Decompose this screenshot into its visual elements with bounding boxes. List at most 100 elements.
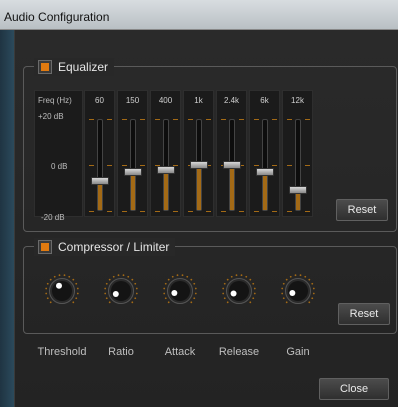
knob-scale-dot [311,282,314,285]
eq-tick [107,119,112,120]
knob-scale-dot [312,292,315,295]
knob-scale-dot [127,275,130,278]
knob-scale-dot [105,282,108,285]
knob-scale-dot [193,297,196,300]
equalizer-label: Equalizer [58,60,109,74]
knob-dial[interactable] [222,274,256,308]
compressor-enable-checkbox[interactable] [38,240,52,254]
eq-band-2.4k: 2.4k [216,90,247,217]
knob-scale-dot [46,297,49,300]
eq-slider-track[interactable] [261,119,268,211]
knob-label: Threshold [37,346,87,358]
eq-slider-thumb[interactable] [288,186,307,195]
eq-slider-thumb[interactable] [255,167,274,176]
eq-slider-thumb[interactable] [222,161,241,169]
knob-scale-dot [108,278,111,281]
knob-threshold: Threshold [35,274,89,360]
eq-band-label: 12k [291,96,304,105]
knob-scale-dot [112,275,115,278]
eq-tick [254,211,259,212]
eq-tick [89,165,94,166]
knob-scale-dot [249,301,252,304]
knob-scale-dot [164,297,167,300]
eq-tick [272,119,277,120]
knob-scale-dot [311,297,314,300]
knob-scale-dot [104,292,107,295]
knob-dial[interactable] [163,274,197,308]
eq-freq-header: Freq (Hz) [38,96,72,105]
knob-release: Release [212,274,266,360]
knob-indicator [289,290,296,297]
knob-scale-dot [45,292,48,295]
eq-tick [254,165,259,166]
knob-face [52,281,72,301]
eq-band-60: 60 [84,90,115,217]
eq-slider-fill [262,170,267,210]
dialog-panel: Equalizer Freq (Hz) +20 dB 0 dB -20 dB 6… [14,30,398,407]
knob-scale-dot [281,292,284,295]
eq-tick [188,211,193,212]
knob-scale-dot [176,274,179,277]
knob-scale-dot [282,297,285,300]
knob-label: Release [218,346,260,358]
equalizer-reset-button[interactable]: Reset [336,199,388,221]
compressor-label: Compressor / Limiter [58,240,170,254]
knob-scale-dot [308,278,311,281]
knob-scale-dot [75,297,78,300]
knob-scale-dot [131,301,134,304]
background-strip [0,0,14,407]
eq-slider-fill [130,170,135,210]
knob-scale-dot [58,274,61,277]
eq-tick [221,211,226,212]
knob-scale-dot [134,282,137,285]
eq-slider-thumb[interactable] [189,161,208,169]
eq-slider-thumb[interactable] [90,177,109,186]
knob-dial[interactable] [104,274,138,308]
knob-label: Ratio [108,346,134,358]
eq-band-label: 6k [260,96,269,105]
eq-band-150: 150 [117,90,148,217]
eq-tick [305,119,310,120]
close-button[interactable]: Close [319,378,389,400]
eq-slider-track[interactable] [96,119,103,211]
title-bar[interactable]: Audio Configuration [0,0,398,30]
eq-tick [305,165,310,166]
knob-scale-dot [181,274,184,277]
knob-scale-dot [190,301,193,304]
eq-band-label: 400 [158,96,173,105]
eq-tick [173,119,178,120]
knob-scale-dot [76,287,79,290]
eq-band-6k: 6k [249,90,280,217]
eq-band-label: 2.4k [223,96,240,105]
audio-configuration-window: Audio Configuration Equalizer Freq (Hz) … [0,0,398,407]
knob-scale-dot [164,282,167,285]
eq-tick [272,165,277,166]
window-title: Audio Configuration [4,10,110,24]
knob-scale-dot [122,274,125,277]
eq-tick [89,119,94,120]
eq-tick [188,119,193,120]
knob-scale-dot [72,301,75,304]
knob-scale-dot [63,274,66,277]
eq-slider-track[interactable] [129,119,136,211]
knob-scale-dot [235,274,238,277]
knob-dial[interactable] [45,274,79,308]
knob-dial[interactable] [281,274,315,308]
equalizer-enable-checkbox[interactable] [38,60,52,74]
knob-scale-dot [135,287,138,290]
eq-slider-fill [196,164,201,210]
eq-tick [221,119,226,120]
knob-scale-dot [308,301,311,304]
eq-tick [206,211,211,212]
knob-scale-dot [289,275,292,278]
knob-scale-dot [294,274,297,277]
knob-scale-dot [226,301,229,304]
eq-tick [89,211,94,212]
eq-slider-track[interactable] [294,119,301,211]
knob-scale-dot [167,278,170,281]
knob-scale-dot [193,282,196,285]
eq-slider-thumb[interactable] [156,165,175,174]
compressor-reset-button[interactable]: Reset [338,303,390,325]
eq-tick [107,211,112,212]
eq-slider-thumb[interactable] [123,167,142,176]
